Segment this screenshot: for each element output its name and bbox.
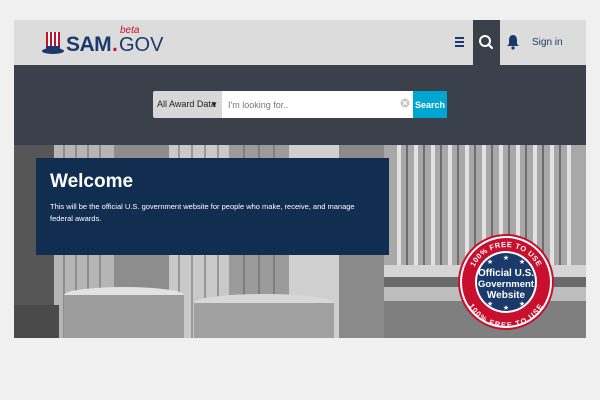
- welcome-description: This will be the official U.S. governmen…: [50, 202, 355, 223]
- beta-badge: beta: [120, 25, 140, 36]
- logo-text-sam: SAM: [66, 33, 112, 56]
- search-button[interactable]: Search: [413, 91, 447, 118]
- logo-text-gov: GOV: [119, 34, 164, 56]
- seal-line-website: Website: [487, 290, 526, 301]
- logo-text-dot: .: [112, 33, 118, 56]
- search-input[interactable]: [222, 91, 413, 118]
- welcome-heading: Welcome: [50, 171, 134, 192]
- clear-icon[interactable]: [400, 98, 410, 108]
- sign-in-link[interactable]: Sign in: [532, 37, 563, 48]
- uncle-sam-hat-icon: [42, 32, 64, 54]
- chevron-down-icon: ▼: [210, 100, 218, 109]
- menu-icon[interactable]: [455, 37, 464, 48]
- official-website-seal: 100% FREE TO USE 100% FREE TO USE ★ ★ ★ …: [458, 234, 554, 330]
- bell-icon[interactable]: [506, 34, 520, 50]
- seal-star-icon: ★: [503, 254, 509, 262]
- seal-star-icon: ★: [519, 300, 525, 308]
- award-data-dropdown[interactable]: All Award Data ▼: [153, 91, 222, 118]
- search-toggle-button[interactable]: [473, 20, 500, 65]
- search-icon: [479, 35, 494, 50]
- site-header: SAM . GOV beta Sign in: [14, 20, 586, 65]
- seal-star-icon: ★: [503, 304, 509, 312]
- seal-star-icon: ★: [487, 300, 493, 308]
- seal-star-icon: ★: [519, 258, 525, 266]
- seal-star-icon: ★: [487, 258, 493, 266]
- welcome-panel: Welcome This will be the official U.S. g…: [36, 158, 389, 255]
- award-data-dropdown-label: All Award Data: [157, 99, 216, 109]
- content-area: [14, 338, 586, 380]
- seal-line-government: Government: [478, 279, 535, 290]
- search-band: All Award Data ▼ Search: [14, 65, 586, 145]
- seal-line-official: Official U.S.: [478, 268, 534, 279]
